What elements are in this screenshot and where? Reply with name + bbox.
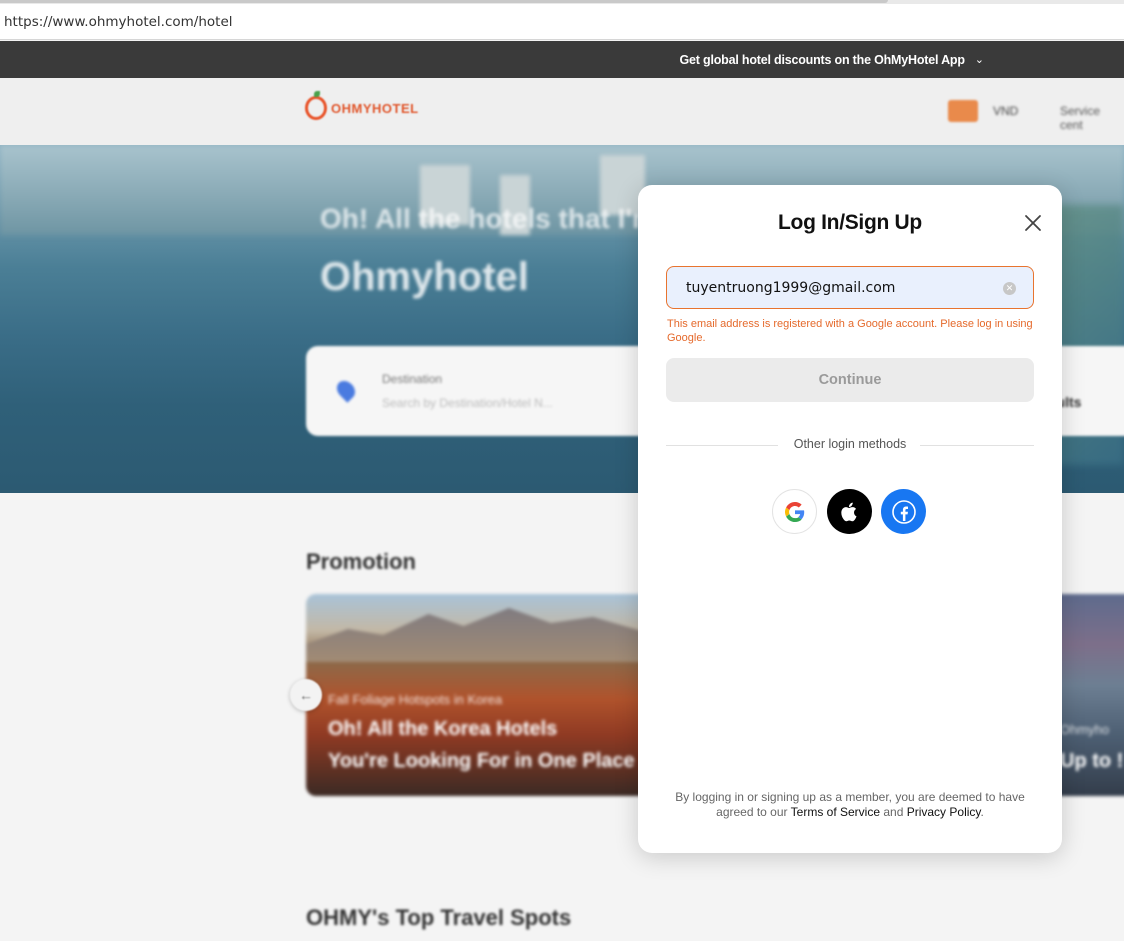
privacy-policy-link[interactable]: Privacy Policy bbox=[907, 805, 981, 819]
close-icon bbox=[1025, 215, 1041, 231]
hero-tagline: Oh! All the hotels that I'm bbox=[320, 203, 657, 234]
logo-mark-icon bbox=[305, 91, 327, 120]
promo-card-title: Oh! All the Korea Hotels bbox=[328, 718, 558, 740]
app-promo-bar[interactable]: Get global hotel discounts on the OhMyHo… bbox=[0, 41, 1124, 78]
destination-label: Destination bbox=[382, 372, 443, 386]
location-pin-icon bbox=[333, 377, 359, 403]
top-travel-spots-heading: OHMY's Top Travel Spots bbox=[306, 905, 572, 930]
chevron-down-icon: ⌄ bbox=[974, 54, 984, 66]
login-modal: Log In/Sign Up ✕ This email address is r… bbox=[638, 185, 1062, 853]
other-login-methods-label: Other login methods bbox=[793, 437, 907, 451]
other-methods-divider: Other login methods bbox=[666, 437, 1034, 453]
ohmyhotel-logo[interactable]: OHMYHOTEL bbox=[305, 91, 419, 120]
email-input[interactable] bbox=[686, 279, 986, 296]
google-icon bbox=[784, 501, 804, 522]
address-bar[interactable]: https://www.ohmyhotel.com/hotel bbox=[0, 4, 1124, 40]
continue-button[interactable]: Continue bbox=[666, 358, 1034, 402]
promo-card-title: You're Looking For in One Place bbox=[328, 750, 635, 772]
promo-mountain-image bbox=[306, 608, 656, 662]
apple-icon bbox=[840, 502, 857, 521]
promo-card-title: Up to ! bbox=[1060, 750, 1124, 772]
promotion-heading: Promotion bbox=[306, 549, 416, 574]
clear-input-icon[interactable]: ✕ bbox=[1003, 282, 1016, 295]
modal-title: Log In/Sign Up bbox=[778, 211, 922, 234]
facebook-login-button[interactable] bbox=[881, 489, 926, 534]
terms-notice: By logging in or signing up as a member,… bbox=[668, 790, 1032, 820]
close-button[interactable] bbox=[1022, 212, 1044, 234]
app-promo-text: Get global hotel discounts on the OhMyHo… bbox=[679, 52, 965, 67]
terms-and: and bbox=[880, 805, 907, 819]
promotion-card[interactable]: Fall Foliage Hotspots in Korea Oh! All t… bbox=[306, 594, 656, 796]
promo-card-subtitle: Fall Foliage Hotspots in Korea bbox=[328, 692, 503, 707]
terms-of-service-link[interactable]: Terms of Service bbox=[791, 805, 880, 819]
app-badge-icon[interactable] bbox=[948, 100, 978, 122]
logo-text: OHMYHOTEL bbox=[331, 100, 419, 116]
hero-title: Ohmyhotel bbox=[320, 255, 529, 299]
email-field[interactable]: ✕ bbox=[666, 266, 1034, 309]
currency-selector[interactable]: VND bbox=[993, 104, 1018, 118]
terms-suffix: . bbox=[980, 805, 984, 819]
facebook-icon bbox=[891, 499, 916, 524]
promo-card-subtitle: Ohmyho bbox=[1060, 722, 1110, 737]
service-center-link[interactable]: Service cent bbox=[1060, 104, 1124, 132]
horizontal-scrollbar[interactable] bbox=[0, 0, 888, 3]
carousel-prev-button[interactable]: ← bbox=[290, 679, 322, 711]
email-error-message: This email address is registered with a … bbox=[667, 318, 1033, 344]
google-login-button[interactable] bbox=[772, 489, 817, 534]
url-text: https://www.ohmyhotel.com/hotel bbox=[4, 13, 233, 30]
apple-login-button[interactable] bbox=[827, 489, 872, 534]
destination-input[interactable]: Search by Destination/Hotel N... bbox=[382, 396, 553, 410]
site-header: OHMYHOTEL VND Service cent bbox=[0, 78, 1124, 145]
